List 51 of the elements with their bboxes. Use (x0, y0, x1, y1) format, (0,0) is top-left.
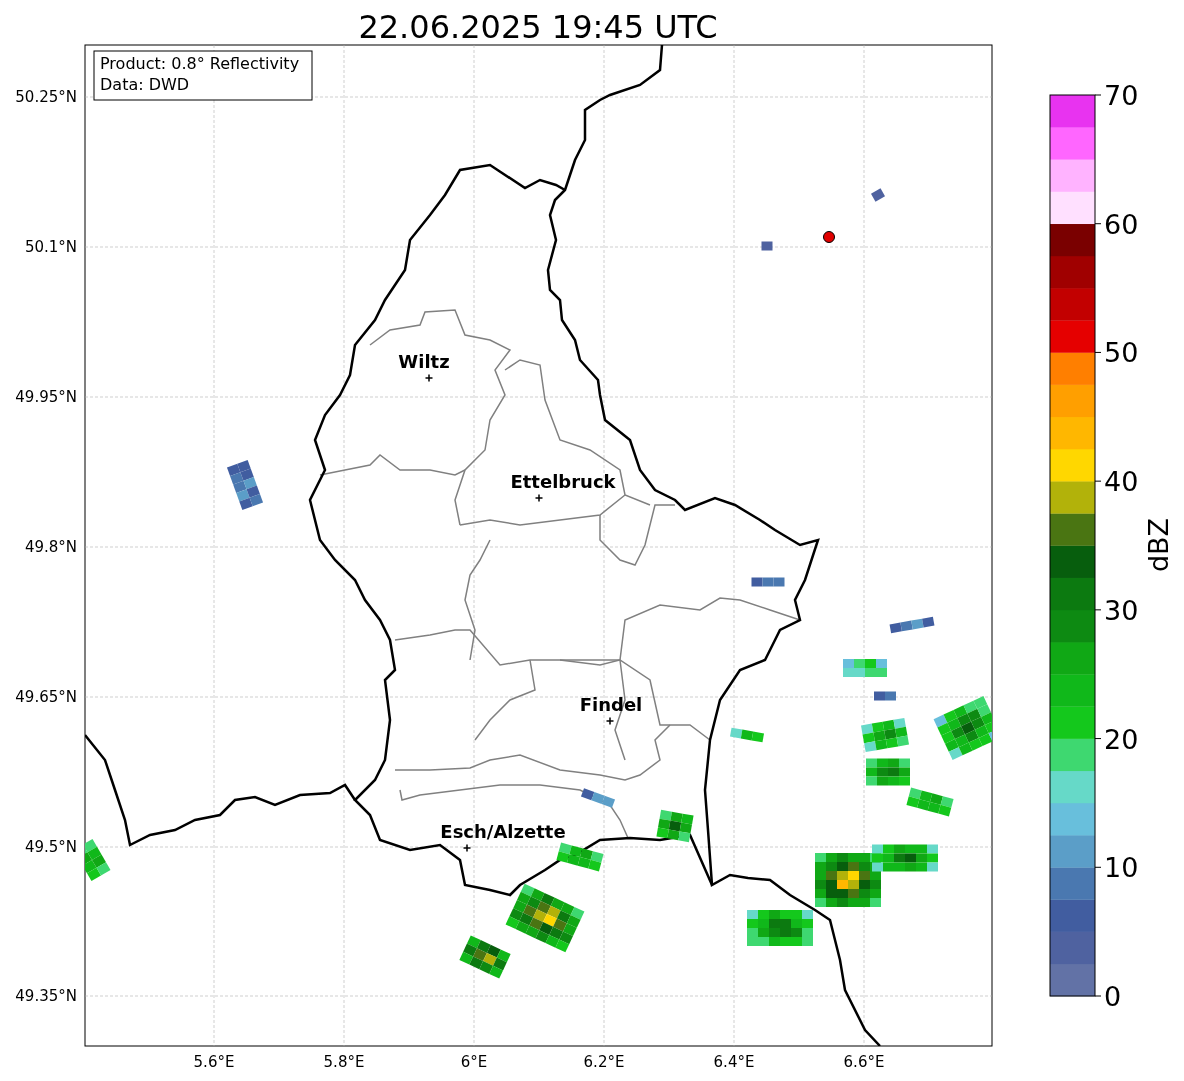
longitude-label: 6.4°E (713, 1053, 755, 1071)
radar-echo (933, 696, 992, 760)
radar-echo (861, 717, 909, 753)
scale-tick-label: 10 (1104, 852, 1139, 884)
longitude-label: 6.2°E (583, 1053, 625, 1071)
radar-echo (656, 809, 694, 843)
scale-tick-label: 40 (1104, 466, 1139, 498)
radar-echo (85, 838, 111, 882)
scale-tick-label: 20 (1104, 723, 1139, 755)
info-text: Data: DWD (100, 75, 190, 94)
latitude-label: 49.65°N (15, 688, 77, 706)
city-marker-icon (534, 493, 544, 503)
radar-echo (580, 788, 616, 808)
city-label: Esch/Alzette (440, 821, 566, 842)
radar-echo (874, 691, 896, 701)
scale-unit-label: dBZ (1143, 517, 1174, 573)
city-label: Ettelbruck (510, 471, 616, 492)
radar-echo (226, 460, 264, 510)
longitude-label: 6°E (460, 1053, 488, 1071)
latitude-label: 49.5°N (24, 838, 77, 856)
latitude-label: 50.1°N (24, 238, 77, 256)
info-text: Product: 0.8° Reflectivity (100, 54, 300, 73)
latitude-label: 49.8°N (24, 538, 77, 556)
city-marker-icon (424, 373, 434, 383)
longitude-label: 6.6°E (843, 1053, 885, 1071)
location-marker (823, 231, 835, 243)
city-marker-icon (605, 716, 615, 726)
radar-echo (747, 910, 813, 946)
radar-echo (906, 787, 954, 817)
radar-echo (751, 577, 785, 587)
radar-echo (871, 188, 885, 202)
chart-title: 22.06.2025 19:45 UTC (358, 8, 718, 46)
longitude-label: 5.8°E (323, 1053, 365, 1071)
city-label: Wiltz (398, 351, 450, 372)
radar-echo (556, 842, 604, 872)
scale-tick-label: 60 (1104, 208, 1139, 240)
city-label: Findel (579, 694, 643, 715)
scale-tick-label: 30 (1104, 594, 1139, 626)
longitude-label: 5.6°E (193, 1053, 235, 1071)
radar-echo (889, 616, 935, 634)
radar-echo (866, 758, 910, 786)
scale-tick-label: 70 (1104, 80, 1139, 111)
latitude-label: 49.95°N (15, 388, 77, 406)
radar-echo (761, 241, 773, 251)
radar-echo (843, 659, 887, 677)
radar-echo (729, 727, 765, 743)
city-marker-icon (462, 843, 472, 853)
latitude-label: 50.25°N (15, 88, 77, 106)
scale-tick-label: 0 (1104, 981, 1122, 1012)
latitude-label: 49.35°N (15, 987, 77, 1005)
scale-tick-label: 50 (1104, 337, 1139, 369)
